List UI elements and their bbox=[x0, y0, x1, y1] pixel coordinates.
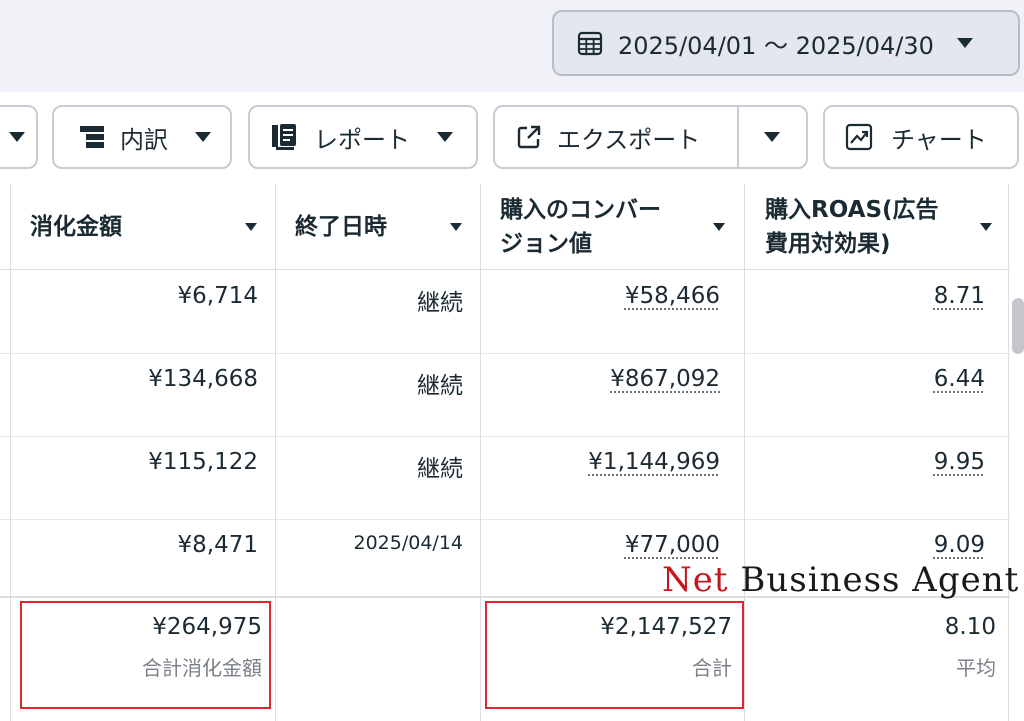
column-header-purchase-value[interactable]: 購入のコンバー ジョン値 bbox=[500, 184, 740, 270]
sort-caret-icon bbox=[450, 223, 462, 231]
roas-cell[interactable]: 8.71 bbox=[934, 283, 985, 309]
chart-button[interactable]: チャート bbox=[823, 105, 1019, 169]
date-range-picker[interactable]: 2025/04/01 〜 2025/04/30 bbox=[552, 10, 1020, 76]
column-header-roas[interactable]: 購入ROAS(広告 費用対効果) bbox=[765, 184, 1005, 270]
spend-cell: ¥8,471 bbox=[177, 532, 258, 558]
chart-label: チャート bbox=[891, 125, 987, 154]
export-label: エクスポート bbox=[557, 125, 701, 154]
column-header-label-line1: 購入のコンバー bbox=[500, 197, 661, 223]
spend-cell: ¥134,668 bbox=[148, 366, 258, 392]
column-divider bbox=[480, 184, 481, 721]
roas-cell[interactable]: 6.44 bbox=[934, 366, 985, 392]
watermark-part2: Business Agent bbox=[740, 560, 1020, 600]
end-date-cell: 継続 bbox=[417, 456, 463, 482]
data-table: 消化金額 終了日時 購入のコンバー ジョン値 購入ROAS(広告 費用対効果) … bbox=[0, 184, 1010, 721]
total-spend-value: ¥264,975 bbox=[152, 614, 262, 640]
sort-caret-icon bbox=[980, 223, 992, 231]
export-button[interactable]: エクスポート bbox=[493, 105, 808, 169]
calendar-icon bbox=[577, 31, 603, 56]
breakdown-label: 内訳 bbox=[120, 125, 168, 154]
table-row: ¥134,668 継続 ¥867,092 6.44 bbox=[0, 354, 1010, 437]
report-button[interactable]: レポート bbox=[248, 105, 478, 169]
roas-cell[interactable]: 9.09 bbox=[934, 532, 985, 558]
table-header: 消化金額 終了日時 購入のコンバー ジョン値 購入ROAS(広告 費用対効果) bbox=[0, 184, 1010, 270]
chevron-down-icon bbox=[9, 132, 25, 142]
breakdown-button[interactable]: 内訳 bbox=[52, 105, 232, 169]
watermark: Net Business Agent bbox=[662, 560, 1019, 600]
breakdown-icon bbox=[80, 126, 104, 148]
average-roas-label: 平均 bbox=[956, 656, 996, 680]
total-spend-label: 合計消化金額 bbox=[142, 656, 262, 680]
totals-row: ¥264,975 合計消化金額 ¥2,147,527 合計 8.10 平均 bbox=[0, 596, 1010, 721]
end-date-cell: 継続 bbox=[417, 373, 463, 399]
top-bar: 2025/04/01 〜 2025/04/30 bbox=[0, 0, 1024, 92]
sort-caret-icon bbox=[713, 223, 725, 231]
vertical-scrollbar[interactable] bbox=[1012, 298, 1024, 354]
spend-cell: ¥6,714 bbox=[177, 283, 258, 309]
purchase-value-cell[interactable]: ¥58,466 bbox=[625, 283, 720, 309]
total-purchase-label: 合計 bbox=[692, 656, 732, 680]
date-range-label: 2025/04/01 〜 2025/04/30 bbox=[618, 31, 934, 60]
roas-cell[interactable]: 9.95 bbox=[934, 449, 985, 475]
end-date-cell: 2025/04/14 bbox=[353, 532, 463, 554]
purchase-value-cell[interactable]: ¥77,000 bbox=[625, 532, 720, 558]
toolbar: 内訳 レポート エクスポート チャート bbox=[0, 92, 1024, 184]
column-header-label: 終了日時 bbox=[295, 214, 387, 240]
column-header-end-date[interactable]: 終了日時 bbox=[295, 184, 475, 270]
external-link-icon bbox=[517, 125, 541, 149]
column-header-label-line1: 購入ROAS(広告 bbox=[765, 197, 939, 223]
column-header-spend[interactable]: 消化金額 bbox=[30, 184, 270, 270]
sort-caret-icon bbox=[245, 223, 257, 231]
column-header-label-line2: 費用対効果) bbox=[765, 231, 891, 257]
average-roas-value: 8.10 bbox=[944, 614, 996, 640]
total-purchase-value: ¥2,147,527 bbox=[600, 614, 732, 640]
column-header-label-line2: ジョン値 bbox=[500, 231, 592, 257]
chevron-down-icon bbox=[195, 132, 211, 142]
chevron-down-icon bbox=[437, 132, 453, 142]
purchase-value-cell[interactable]: ¥867,092 bbox=[610, 366, 720, 392]
table-row: ¥115,122 継続 ¥1,144,969 9.95 bbox=[0, 437, 1010, 520]
split-divider bbox=[737, 107, 739, 167]
spend-cell: ¥115,122 bbox=[148, 449, 258, 475]
column-divider bbox=[1008, 184, 1009, 721]
column-divider bbox=[10, 184, 11, 721]
column-header-label: 消化金額 bbox=[30, 214, 122, 240]
table-row: ¥6,714 継続 ¥58,466 8.71 bbox=[0, 271, 1010, 354]
column-divider bbox=[275, 184, 276, 721]
chart-icon bbox=[845, 123, 873, 151]
purchase-value-cell[interactable]: ¥1,144,969 bbox=[588, 449, 720, 475]
chevron-down-icon bbox=[956, 38, 973, 48]
report-icon bbox=[272, 124, 296, 150]
column-divider bbox=[744, 184, 745, 721]
report-label: レポート bbox=[314, 125, 410, 154]
column-selector-button[interactable] bbox=[0, 105, 38, 169]
chevron-down-icon[interactable] bbox=[763, 131, 781, 143]
end-date-cell: 継続 bbox=[417, 290, 463, 316]
watermark-part1: Net bbox=[662, 560, 729, 600]
